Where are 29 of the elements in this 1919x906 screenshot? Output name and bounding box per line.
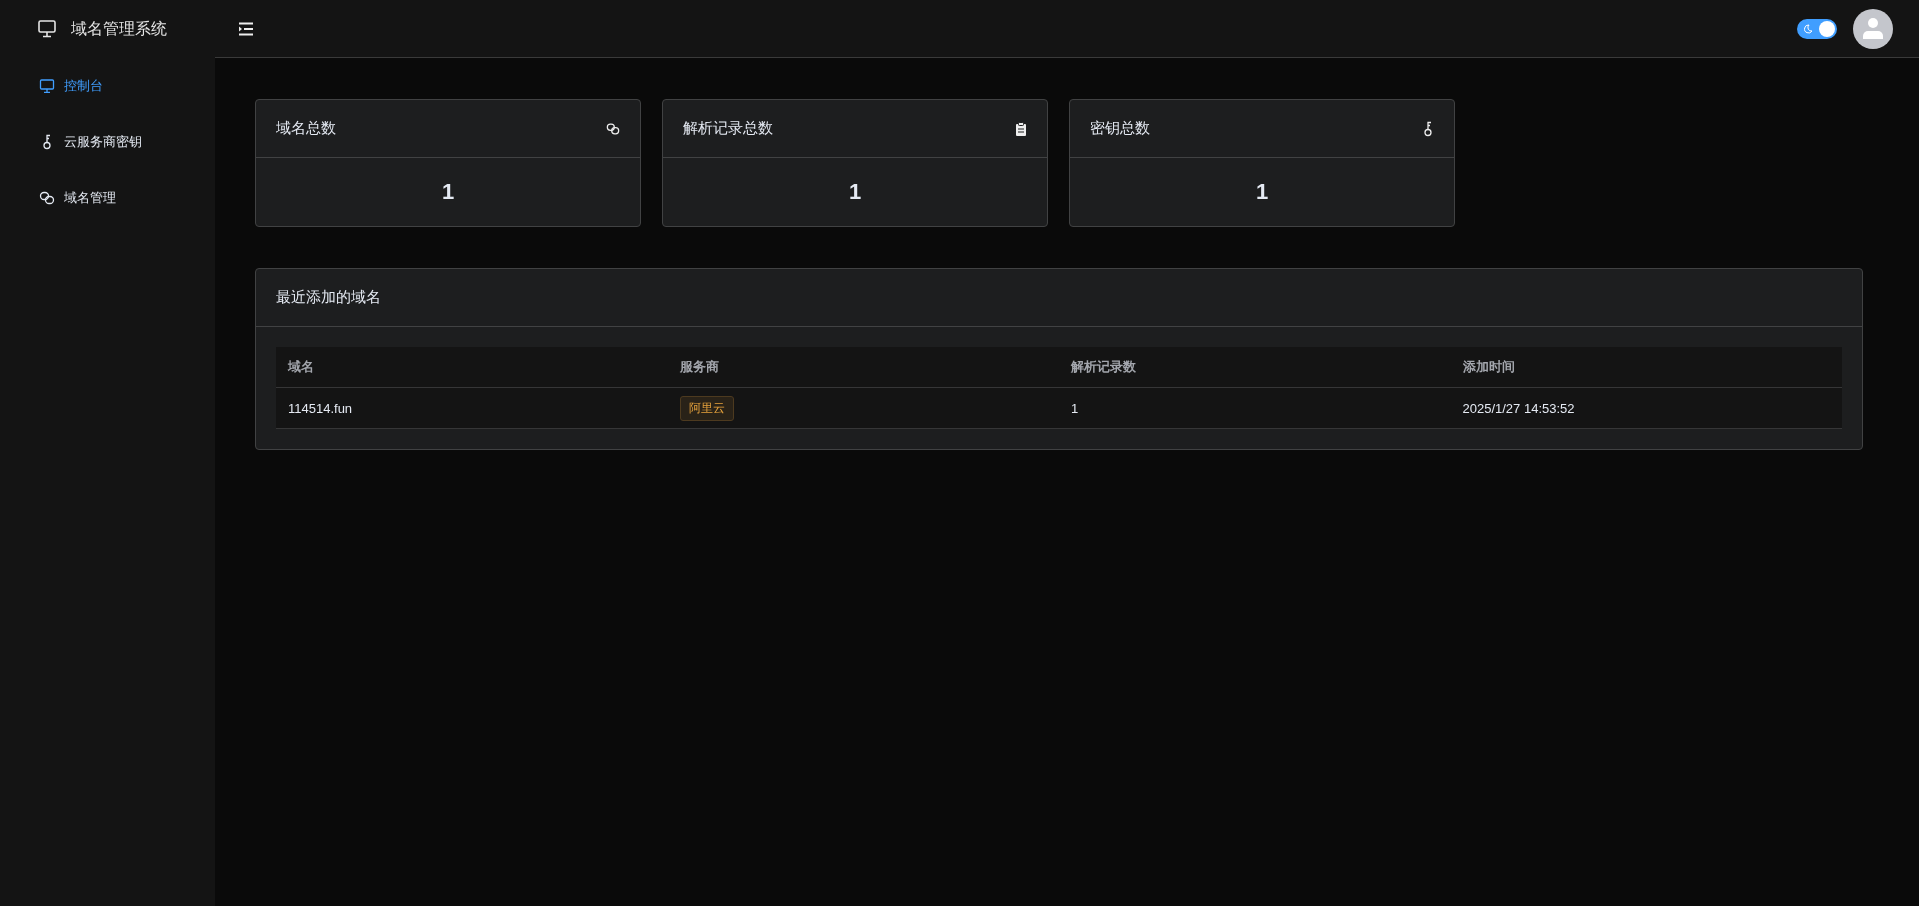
link-icon [606,121,620,136]
avatar-icon[interactable] [1853,8,1893,49]
menu-icon[interactable] [238,21,254,36]
stat-label: 解析记录总数 [683,119,773,138]
key-icon [1422,120,1434,137]
provider-tag: 阿里云 [679,395,734,421]
stat-value: 1 [848,179,862,205]
monitor-icon [37,19,57,39]
monitor-icon [39,78,55,94]
theme-toggle[interactable] [1797,18,1837,39]
sidebar-item[interactable]: 云服务商密钥 [0,114,215,170]
link-icon [39,190,55,206]
table-cell: 114514.fun [276,387,668,429]
app-title: 域名管理系统 [71,18,167,40]
clipboard-icon [1015,121,1027,136]
column-header: 域名 [276,347,668,388]
stat-value: 1 [1255,179,1269,205]
stat-label: 域名总数 [276,119,336,138]
column-header: 添加时间 [1450,347,1842,388]
table-cell: 2025/1/27 14:53:52 [1450,387,1842,429]
moon-icon [1803,23,1813,34]
column-header: 服务商 [667,347,1059,388]
stat-label: 密钥总数 [1090,119,1150,138]
card-title: 最近添加的域名 [276,288,381,307]
sidebar-item[interactable]: 域名管理 [0,170,215,226]
sidebar-item[interactable]: 控制台 [0,58,215,114]
table-cell: 1 [1059,387,1451,429]
stat-value: 1 [441,179,455,205]
column-header: 解析记录数 [1059,347,1451,388]
